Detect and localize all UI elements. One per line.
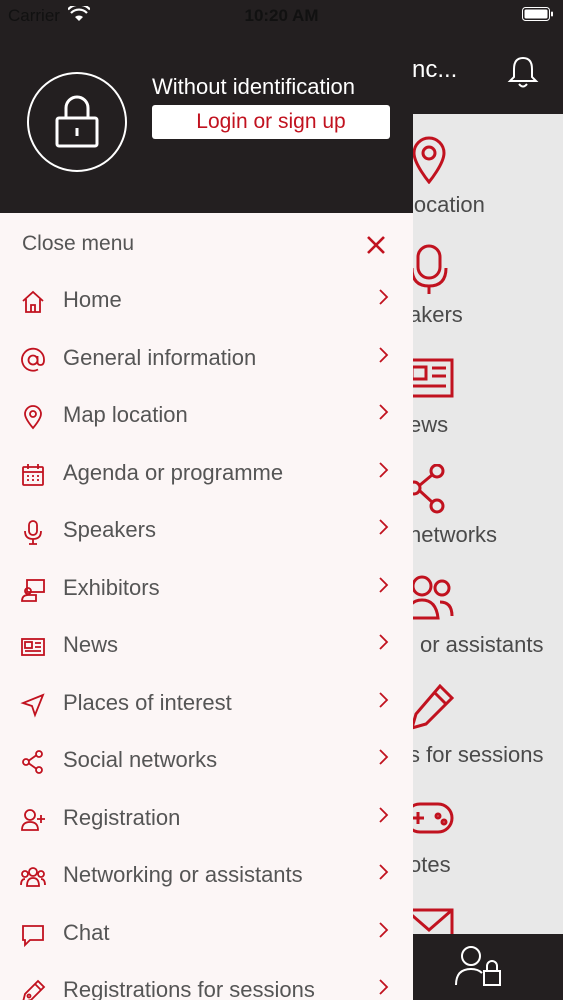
menu-item-news[interactable]: News [0,617,413,675]
add-user-icon [21,808,45,831]
chevron-right-icon [379,806,389,823]
chevron-right-icon [379,461,389,478]
login-signup-button[interactable]: Login or sign up [152,105,390,139]
menu-item-label: Registration [63,804,181,830]
map-pin-icon [24,405,42,430]
menu-item-label: Chat [63,919,110,945]
chevron-right-icon [379,749,389,765]
pen-icon [22,979,46,1000]
tile-label: akers [409,302,463,327]
status-bar: Carrier 10:20 AM [0,0,563,30]
chevron-right-icon [379,691,389,708]
chevron-right-icon [379,289,389,305]
menu-item-networking[interactable]: Networking or assistants [0,847,413,905]
tile-label: networks [409,522,498,547]
menu-item-registration[interactable]: Registration [0,790,413,848]
chevron-right-icon [379,404,389,420]
chevron-right-icon [379,346,389,363]
menu-item-home[interactable]: Home [0,272,413,330]
menu-item-label: General information [63,344,257,370]
chat-icon [22,924,44,947]
chevron-right-icon [379,921,389,938]
user-status-text: Without identification [152,74,355,99]
menu-item-exhibitors[interactable]: Exhibitors [0,560,413,618]
people-icon [20,867,46,887]
drawer-header: Without identification Login or sign up [0,0,413,213]
menu-item-label: Social networks [63,747,218,772]
chevron-right-icon [379,864,389,880]
menu-item-label: Map location [63,402,188,427]
tile-label: location [409,192,485,217]
menu-item-speakers[interactable]: Speakers [0,502,413,560]
lock-icon [55,95,99,148]
calendar-icon [22,463,44,486]
user-lock-icon[interactable] [454,945,504,987]
close-menu-button[interactable]: Close menu [0,218,413,270]
menu-item-places-of-interest[interactable]: Places of interest [0,675,413,733]
chevron-right-icon [379,979,389,995]
menu-item-label: Exhibitors [63,574,160,600]
chevron-right-icon [379,519,389,535]
menu-item-label: Agenda or programme [63,459,284,485]
menu-item-label: Speakers [63,517,156,542]
newspaper-icon [21,638,45,656]
menu-item-registrations-for-sessions[interactable]: Registrations for sessions [0,962,413,1000]
share-icon [22,750,43,774]
menu-item-social-networks[interactable]: Social networks [0,732,413,790]
clock: 10:20 AM [244,6,319,25]
menu-item-label: News [63,632,119,657]
tile-label: or assistants [420,632,544,657]
home-icon [22,290,44,313]
tile-label: s for sessions [409,742,544,767]
menu-item-map-location[interactable]: Map location [0,387,413,445]
menu-item-label: Places of interest [63,689,232,715]
at-sign-icon [21,347,45,372]
microphone-icon [24,520,42,545]
menu-item-agenda[interactable]: Agenda or programme [0,445,413,503]
tile-label: otes [409,852,451,877]
avatar [27,72,127,172]
exhibitor-icon [21,578,45,602]
close-icon[interactable] [366,235,386,255]
menu-item-label: Networking or assistants [63,862,303,887]
menu-item-chat[interactable]: Chat [0,905,413,963]
menu-item-label: Home [63,287,122,312]
navigation-icon [20,692,45,718]
tile-label: ews [409,412,449,437]
bell-icon[interactable] [506,54,540,90]
menu-list: Home General information Map location Ag… [0,272,413,1000]
menu-item-label: Registrations for sessions [63,977,315,1000]
close-menu-label: Close menu [22,232,135,255]
app-title: nc... [412,56,458,83]
battery-icon [522,7,553,21]
chevron-right-icon [379,634,389,650]
menu-item-general-information[interactable]: General information [0,330,413,388]
side-menu-drawer: Without identification Login or sign up … [0,0,413,1000]
chevron-right-icon [379,576,389,593]
